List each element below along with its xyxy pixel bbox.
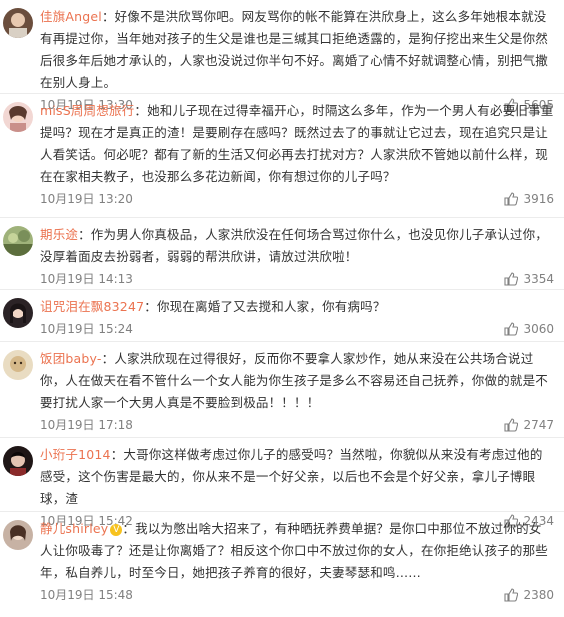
username-link[interactable]: 诅咒泪在飘83247	[40, 299, 144, 314]
comment-item: 静儿shirley V ：我以为憋出啥大招来了，有种晒抚养费单据？是你口中那位不放过…	[0, 512, 564, 617]
comment-text-block: misS周周想旅行：她和儿子现在过得幸福开心，时隔这么多年，作为一个男人有必要旧…	[40, 100, 554, 188]
username-link[interactable]: misS周周想旅行	[40, 103, 134, 118]
username-link[interactable]: 静儿shirley	[40, 521, 108, 536]
username-link[interactable]: 佳旗Angel	[40, 9, 102, 24]
avatar-image	[3, 350, 33, 380]
avatar[interactable]	[3, 102, 33, 132]
thumbs-up-icon	[504, 418, 519, 432]
comment-text-block: 小珩子1014：大哥你这样做考虑过你儿子的感受吗？当然啦，你貌似从来没有考虑过他…	[40, 444, 554, 510]
thumbs-up-icon	[504, 192, 519, 206]
like-button[interactable]: 3354	[504, 268, 554, 290]
comment-text-block: 佳旗Angel：好像不是洪欣骂你吧。网友骂你的帐不能算在洪欣身上，这么多年她根本…	[40, 6, 554, 94]
comment-time: 10月19日 15:48	[40, 588, 133, 602]
username-link[interactable]: 小珩子1014	[40, 447, 111, 462]
comment-text-block: 饭团baby-：人家洪欣现在过得很好，反而你不要拿人家炒作，她从来没在公共场合说…	[40, 348, 554, 414]
comment-text-block: 静儿shirley V ：我以为憋出啥大招来了，有种晒抚养费单据？是你口中那位不放过…	[40, 518, 554, 584]
avatar-image	[3, 520, 33, 550]
thumbs-up-icon	[504, 272, 519, 286]
comment-time: 10月19日 15:24	[40, 322, 133, 336]
comment-text: ：好像不是洪欣骂你吧。网友骂你的帐不能算在洪欣身上，这么多年她根本就没有再提过你…	[40, 9, 549, 90]
avatar[interactable]	[3, 298, 33, 328]
comment-time: 10月19日 13:20	[40, 192, 133, 206]
comment-text: ：人家洪欣现在过得很好，反而你不要拿人家炒作，她从来没在公共场合说过你，人在做天…	[40, 351, 549, 410]
like-count: 3060	[523, 322, 554, 336]
comment-item: 诅咒泪在飘83247：你现在离婚了又去搅和人家，你有病吗？ 10月19日 15:…	[0, 290, 564, 342]
comment-meta: 10月19日 15:24 3060	[40, 318, 554, 340]
avatar[interactable]	[3, 446, 33, 476]
comment-text: ：大哥你这样做考虑过你儿子的感受吗？当然啦，你貌似从来没有考虑过他的感受，这个伤…	[40, 447, 543, 506]
comment-item: 佳旗Angel：好像不是洪欣骂你吧。网友骂你的帐不能算在洪欣身上，这么多年她根本…	[0, 0, 564, 112]
comment-text-block: 诅咒泪在飘83247：你现在离婚了又去搅和人家，你有病吗？	[40, 296, 554, 318]
like-count: 2747	[523, 418, 554, 432]
comment-text-block: 期乐途：作为男人你真极品，人家洪欣没在任何场合骂过你什么，也没见你儿子承认过你，…	[40, 224, 554, 268]
avatar-image	[3, 8, 33, 38]
like-button[interactable]: 3916	[504, 188, 554, 210]
comment-item: 小珩子1014：大哥你这样做考虑过你儿子的感受吗？当然啦，你貌似从来没有考虑过他…	[0, 438, 564, 528]
avatar-image	[3, 446, 33, 476]
comment-time: 10月19日 17:18	[40, 418, 133, 432]
comment-meta: 10月19日 15:48 2380	[40, 584, 554, 606]
comment-text: ：你现在离婚了又去搅和人家，你有病吗？	[144, 299, 386, 314]
avatar[interactable]	[3, 8, 33, 38]
comment-meta: 10月19日 14:13 3354	[40, 268, 554, 290]
comment-time: 10月19日 14:13	[40, 272, 133, 286]
avatar-image	[3, 102, 33, 132]
avatar[interactable]	[3, 520, 33, 550]
like-button[interactable]: 3060	[504, 318, 554, 340]
comment-item: 饭团baby-：人家洪欣现在过得很好，反而你不要拿人家炒作，她从来没在公共场合说…	[0, 342, 564, 438]
like-count: 3916	[523, 192, 554, 206]
username-link[interactable]: 期乐途	[40, 227, 78, 242]
comment-list: 佳旗Angel：好像不是洪欣骂你吧。网友骂你的帐不能算在洪欣身上，这么多年她根本…	[0, 0, 564, 617]
like-count: 3354	[523, 272, 554, 286]
avatar-image	[3, 226, 33, 256]
avatar[interactable]	[3, 226, 33, 256]
comment-meta: 10月19日 13:20 3916	[40, 188, 554, 210]
username-link[interactable]: 饭团baby-	[40, 351, 102, 366]
comment-text: ：作为男人你真极品，人家洪欣没在任何场合骂过你什么，也没见你儿子承认过你，没厚着…	[40, 227, 549, 264]
like-count: 2380	[523, 588, 554, 602]
comment-meta: 10月19日 17:18 2747	[40, 414, 554, 436]
thumbs-up-icon	[504, 588, 519, 602]
avatar[interactable]	[3, 350, 33, 380]
like-button[interactable]: 2380	[504, 584, 554, 606]
thumbs-up-icon	[504, 322, 519, 336]
verified-badge-icon: V	[110, 523, 123, 536]
comment-item: misS周周想旅行：她和儿子现在过得幸福开心，时隔这么多年，作为一个男人有必要旧…	[0, 94, 564, 218]
like-button[interactable]: 2747	[504, 414, 554, 436]
avatar-image	[3, 298, 33, 328]
comment-item: 期乐途：作为男人你真极品，人家洪欣没在任何场合骂过你什么，也没见你儿子承认过你，…	[0, 218, 564, 290]
